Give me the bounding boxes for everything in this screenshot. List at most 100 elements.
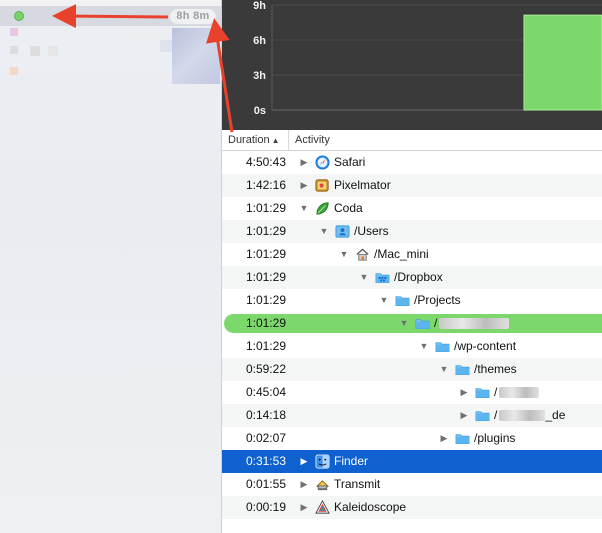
sort-ascending-icon: ▲	[271, 136, 280, 145]
users-folder-icon	[335, 224, 354, 239]
kaleidoscope-icon	[315, 500, 334, 515]
finder-icon	[315, 454, 334, 469]
duration-cell: 0:00:19	[245, 500, 286, 514]
duration-cell: 0:59:22	[245, 362, 286, 376]
disclosure-expanded-icon[interactable]: ▼	[419, 335, 429, 358]
disclosure-collapsed-icon[interactable]: ▶	[299, 473, 309, 496]
table-row[interactable]: 0:45:04 ▶ /	[222, 381, 602, 404]
table-row[interactable]: 1:42:16 ▶ Pixelmator	[222, 174, 602, 197]
activity-cell: ▼ /	[399, 312, 510, 335]
activity-label: /wp-content	[454, 339, 517, 353]
activity-label: /themes	[474, 362, 517, 376]
redacted-text	[439, 318, 510, 329]
activity-label: Pixelmator	[334, 178, 391, 192]
table-row[interactable]: 1:01:29 ▼ /Users	[222, 220, 602, 243]
activity-cell: ▼ /wp-content	[419, 335, 517, 358]
column-header-activity[interactable]: Activity	[290, 130, 330, 151]
disclosure-collapsed-icon[interactable]: ▶	[459, 381, 469, 404]
duration-cell: 1:01:29	[245, 224, 286, 238]
activity-label: /Dropbox	[394, 270, 443, 284]
table-row[interactable]: 0:14:18 ▶ / _de	[222, 404, 602, 427]
table-row[interactable]: 0:00:19 ▶ Kaleidoscope	[222, 496, 602, 519]
blurred-thumbnail	[172, 28, 220, 84]
table-row[interactable]: 1:01:29 ▼ /Projects	[222, 289, 602, 312]
table-row[interactable]: 1:01:29 ▼ /	[222, 312, 602, 335]
table-row[interactable]: 0:01:55 ▶ Transmit	[222, 473, 602, 496]
activity-cell: ▶ Pixelmator	[299, 174, 391, 197]
disclosure-expanded-icon[interactable]: ▼	[339, 243, 349, 266]
column-header-duration-label: Duration	[228, 134, 270, 146]
disclosure-collapsed-icon[interactable]: ▶	[299, 151, 309, 174]
blurred-swatch	[30, 46, 40, 56]
home-icon	[355, 247, 374, 262]
duration-cell: 0:14:18	[245, 408, 286, 422]
chart-y-tick-label: 9h	[253, 0, 266, 12]
total-time-badge: 8h 8m	[170, 9, 216, 24]
duration-cell: 1:01:29	[245, 339, 286, 353]
transmit-icon	[315, 477, 334, 492]
activity-cell: ▼ /Mac_mini	[339, 243, 429, 266]
chart-canvas: 9h 6h 3h 0s	[253, 0, 602, 117]
disclosure-expanded-icon[interactable]: ▼	[379, 289, 389, 312]
activity-label: /	[494, 408, 498, 422]
duration-cell: 1:01:29	[245, 293, 286, 307]
activity-cell: ▶ Safari	[299, 151, 365, 174]
redacted-text	[499, 387, 540, 398]
sidebar: 8h 8m	[0, 0, 222, 533]
activity-cell: ▼ /Dropbox	[359, 266, 443, 289]
disclosure-collapsed-icon[interactable]: ▶	[299, 496, 309, 519]
table-row[interactable]: 0:59:22 ▼ /themes	[222, 358, 602, 381]
activity-label: /	[434, 316, 438, 330]
activity-cell: ▼ /Users	[319, 220, 389, 243]
redacted-text	[499, 410, 546, 421]
activity-label: /	[494, 385, 498, 399]
blurred-swatch	[10, 67, 18, 75]
table-row[interactable]: 1:01:29 ▼ Coda	[222, 197, 602, 220]
disclosure-expanded-icon[interactable]: ▼	[439, 358, 449, 381]
table-row[interactable]: 1:01:29 ▼ /Mac_mini	[222, 243, 602, 266]
table-row[interactable]: 0:02:07 ▶ /plugins	[222, 427, 602, 450]
disclosure-expanded-icon[interactable]: ▼	[299, 197, 309, 220]
disclosure-expanded-icon[interactable]: ▼	[399, 312, 409, 335]
activity-label: Transmit	[334, 477, 381, 491]
activity-label: /Mac_mini	[374, 247, 429, 261]
coda-leaf-icon	[315, 201, 334, 216]
duration-cell: 4:50:43	[245, 155, 286, 169]
chart-y-tick-label: 6h	[253, 35, 266, 47]
table-header: Duration ▲ Activity	[222, 130, 602, 151]
activity-label-suffix: _de	[545, 408, 566, 422]
activity-label: Safari	[334, 155, 366, 169]
activity-cell: ▶ /	[459, 381, 540, 404]
activity-label: /Users	[354, 224, 389, 238]
folder-icon	[475, 385, 494, 400]
activity-label: /Projects	[414, 293, 461, 307]
folder-icon	[435, 339, 454, 354]
table-row[interactable]: 1:01:29 ▼ /Dropbox	[222, 266, 602, 289]
disclosure-collapsed-icon[interactable]: ▶	[459, 404, 469, 427]
column-header-duration[interactable]: Duration ▲	[222, 130, 289, 151]
duration-cell: 1:01:29	[245, 247, 286, 261]
disclosure-collapsed-icon[interactable]: ▶	[299, 174, 309, 197]
table-row[interactable]: 4:50:43 ▶ Safari	[222, 151, 602, 174]
blurred-swatch	[48, 46, 58, 56]
folder-icon	[395, 293, 414, 308]
app-window: 8h 8m 9h 6h 3h 0s Duration ▲ Activity 4:50:4…	[0, 0, 602, 533]
disclosure-collapsed-icon[interactable]: ▶	[439, 427, 449, 450]
folder-icon	[455, 431, 474, 446]
duration-cell: 0:31:53	[245, 454, 286, 468]
chart-bar[interactable]	[523, 14, 602, 111]
duration-cell: 0:01:55	[245, 477, 286, 491]
disclosure-expanded-icon[interactable]: ▼	[319, 220, 329, 243]
chart-y-tick-label: 0s	[254, 105, 266, 117]
table-row[interactable]: 1:01:29 ▼ /wp-content	[222, 335, 602, 358]
folder-icon	[455, 362, 474, 377]
disclosure-collapsed-icon[interactable]: ▶	[299, 450, 309, 473]
table-row[interactable]: 0:31:53 ▶ Finder	[222, 450, 602, 473]
folder-icon	[475, 408, 494, 423]
activity-cell: ▼ /Projects	[379, 289, 461, 312]
activity-cell: ▼ Coda	[299, 197, 363, 220]
column-header-activity-label: Activity	[295, 134, 330, 146]
disclosure-expanded-icon[interactable]: ▼	[359, 266, 369, 289]
active-status-icon	[14, 11, 24, 21]
safari-icon	[315, 155, 334, 170]
